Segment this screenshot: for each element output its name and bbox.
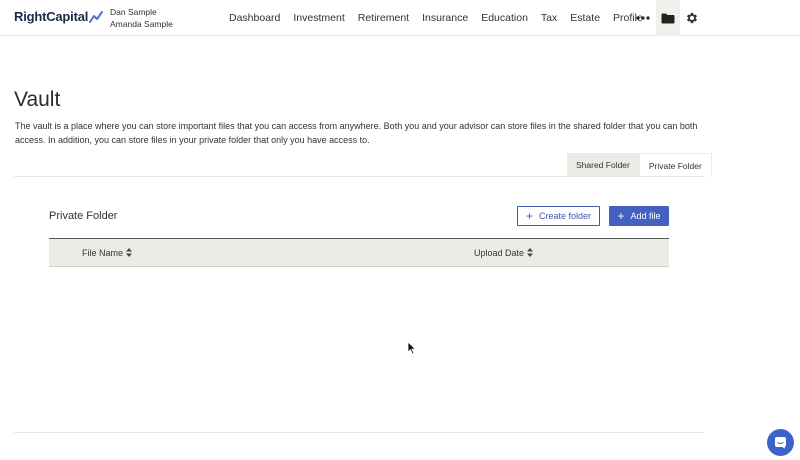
settings-button[interactable] [682,0,702,36]
nav-estate[interactable]: Estate [570,12,600,24]
nav-investment[interactable]: Investment [293,12,344,24]
column-header-upload-date[interactable]: Upload Date [474,239,534,266]
nav-education[interactable]: Education [481,12,528,24]
page-description: The vault is a place where you can store… [15,121,698,145]
vault-button[interactable] [656,0,680,36]
sort-icon [126,248,133,257]
tab-private-folder[interactable]: Private Folder [638,153,712,177]
column-label: File Name [82,247,124,258]
plus-icon: + [525,209,533,223]
column-label: Upload Date [474,247,525,258]
nav-dashboard[interactable]: Dashboard [229,12,280,24]
folder-icon [661,13,675,23]
folder-tabs: Shared Folder Private Folder [567,153,712,177]
add-file-button[interactable]: + Add file [609,206,669,226]
chat-support-button[interactable] [767,429,794,456]
add-file-label: Add file [630,211,661,221]
main-nav: Dashboard Investment Retirement Insuranc… [229,0,656,36]
rightcapital-logo[interactable]: RightCapital [14,9,104,24]
logo-text: RightCapital [14,9,89,24]
page-title: Vault [14,88,61,111]
panel-title: Private Folder [49,210,118,222]
nav-tax[interactable]: Tax [541,12,557,24]
create-folder-label: Create folder [538,211,592,221]
household-names: Dan Sample Amanda Sample [110,6,173,30]
user-name-spouse: Amanda Sample [110,19,173,29]
more-dots-icon [636,16,650,20]
mouse-cursor-icon [407,341,417,355]
more-menu-button[interactable] [634,11,652,25]
sort-icon [527,248,534,257]
chat-icon [775,437,786,449]
gear-icon [686,12,698,24]
nav-insurance[interactable]: Insurance [422,12,468,24]
plus-icon: + [617,209,625,223]
create-folder-button[interactable]: + Create folder [517,206,600,226]
files-table-header: File Name Upload Date [49,238,669,267]
nav-retirement[interactable]: Retirement [358,12,409,24]
column-header-file-name[interactable]: File Name [82,239,133,266]
logo-chart-icon [89,10,104,23]
top-navigation-bar: RightCapital Dan Sample Amanda Sample Da… [0,0,800,36]
user-name-primary: Dan Sample [110,7,157,17]
tab-shared-folder[interactable]: Shared Folder [567,153,639,177]
